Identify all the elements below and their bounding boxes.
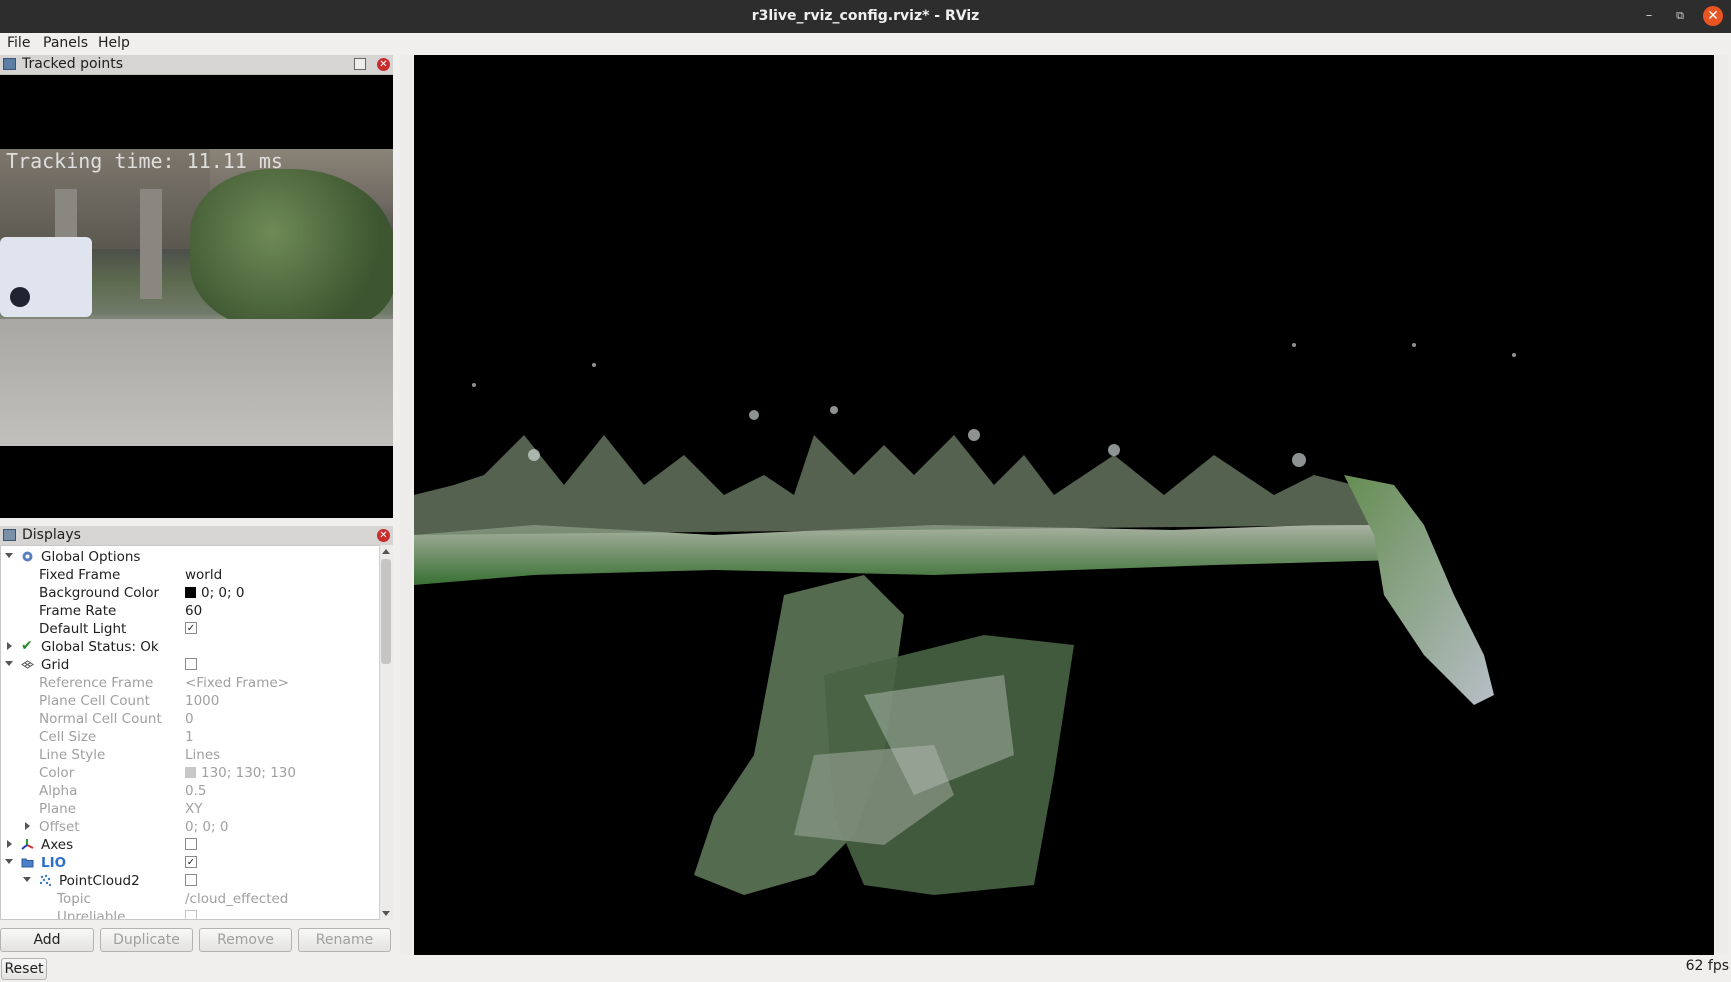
close-icon[interactable]: ✕ [1703, 6, 1723, 26]
tree-row-global-options[interactable]: Global Options [1, 548, 379, 566]
axes-icon [21, 839, 34, 850]
displays-header: Displays ✕ [0, 526, 393, 546]
remove-button[interactable]: Remove [199, 928, 292, 952]
monitor-icon [3, 529, 16, 541]
checkbox-unchecked[interactable] [185, 874, 197, 886]
tree-row-unreliable[interactable]: Unreliable [1, 908, 379, 919]
tree-row-frame-rate[interactable]: Frame Rate 60 [1, 602, 379, 620]
status-bar [0, 957, 1731, 982]
tracking-time-overlay: Tracking time: 11.11 ms [6, 149, 283, 173]
fps-readout: 62 fps [1685, 958, 1729, 974]
tree-row-plane[interactable]: Plane XY [1, 800, 379, 818]
tree-row-global-status[interactable]: ✔ Global Status: Ok [1, 638, 379, 656]
tree-row-plane-cell-count[interactable]: Plane Cell Count 1000 [1, 692, 379, 710]
expand-icon[interactable] [23, 877, 31, 882]
tree-row-normal-cell-count[interactable]: Normal Cell Count 0 [1, 710, 379, 728]
tracked-points-title: Tracked points [22, 56, 124, 72]
tree-row-alpha[interactable]: Alpha 0.5 [1, 782, 379, 800]
tree-row-reference-frame[interactable]: Reference Frame <Fixed Frame> [1, 674, 379, 692]
expand-icon[interactable] [7, 840, 12, 848]
tree-row-cell-size[interactable]: Cell Size 1 [1, 728, 379, 746]
tree-row-line-style[interactable]: Line Style Lines [1, 746, 379, 764]
menu-help[interactable]: Help [98, 35, 130, 51]
tree-row-offset[interactable]: Offset 0; 0; 0 [1, 818, 379, 836]
tree-row-background-color[interactable]: Background Color 0; 0; 0 [1, 584, 379, 602]
checkbox-checked[interactable]: ✓ [185, 856, 197, 868]
menu-panels[interactable]: Panels [43, 35, 88, 51]
tree-row-axes[interactable]: Axes [1, 836, 379, 854]
minimize-icon[interactable]: – [1639, 6, 1659, 26]
vehicle [0, 237, 92, 317]
menu-bar: File Panels Help [0, 33, 1731, 55]
checkbox-unchecked[interactable] [185, 658, 197, 670]
camera-image-view: Tracking time: 11.11 ms [0, 75, 393, 518]
grid-icon [21, 660, 34, 669]
rename-button[interactable]: Rename [298, 928, 391, 952]
undock-icon[interactable] [354, 58, 366, 70]
image-icon [3, 58, 16, 70]
color-swatch [185, 587, 196, 598]
expand-icon[interactable] [7, 642, 12, 650]
scroll-down-icon[interactable] [382, 911, 390, 916]
checkbox-unchecked[interactable] [185, 910, 197, 919]
reset-button[interactable]: Reset [1, 958, 47, 980]
tracked-points-header: Tracked points ✕ [0, 55, 393, 75]
checkbox-checked[interactable]: ✓ [185, 622, 197, 634]
displays-scrollbar[interactable] [379, 545, 393, 920]
expand-icon[interactable] [5, 859, 13, 864]
expand-icon[interactable] [5, 661, 13, 666]
tree-row-color[interactable]: Color 130; 130; 130 [1, 764, 379, 782]
color-swatch [185, 767, 196, 778]
tree-row-fixed-frame[interactable]: Fixed Frame world [1, 566, 379, 584]
tree-row-lio[interactable]: LIO ✓ [1, 854, 379, 872]
3d-render-view[interactable] [414, 55, 1714, 955]
window-title: r3live_rviz_config.rviz* - RViz [751, 8, 980, 24]
tree-row-pointcloud2[interactable]: PointCloud2 [1, 872, 379, 890]
add-button[interactable]: Add [0, 928, 94, 952]
close-panel-icon[interactable]: ✕ [377, 529, 390, 542]
displays-tree[interactable]: Global Options Fixed Frame world Backgro… [0, 545, 393, 920]
expand-icon[interactable] [5, 553, 13, 558]
duplicate-button[interactable]: Duplicate [100, 928, 193, 952]
scroll-thumb[interactable] [381, 559, 391, 664]
menu-file[interactable]: File [7, 35, 30, 51]
left-splitter[interactable] [400, 55, 412, 955]
gear-icon [22, 551, 33, 562]
tree-row-default-light[interactable]: Default Light ✓ [1, 620, 379, 638]
folder-icon [21, 858, 34, 868]
maximize-icon[interactable]: ⧉ [1670, 6, 1690, 26]
close-panel-icon[interactable]: ✕ [377, 58, 390, 71]
tree-row-topic[interactable]: Topic /cloud_effected [1, 890, 379, 908]
expand-icon[interactable] [25, 822, 30, 830]
camera-photo [0, 149, 393, 446]
window-titlebar: r3live_rviz_config.rviz* - RViz – ⧉ ✕ [0, 0, 1731, 33]
checkbox-unchecked[interactable] [185, 838, 197, 850]
checkmark-icon: ✔ [21, 638, 33, 654]
right-splitter[interactable] [1716, 55, 1728, 955]
displays-title: Displays [22, 527, 81, 543]
point-cloud-render [414, 343, 1516, 895]
tree-row-grid[interactable]: Grid [1, 656, 379, 674]
pointcloud-icon [39, 874, 52, 887]
scroll-up-icon[interactable] [382, 549, 390, 554]
